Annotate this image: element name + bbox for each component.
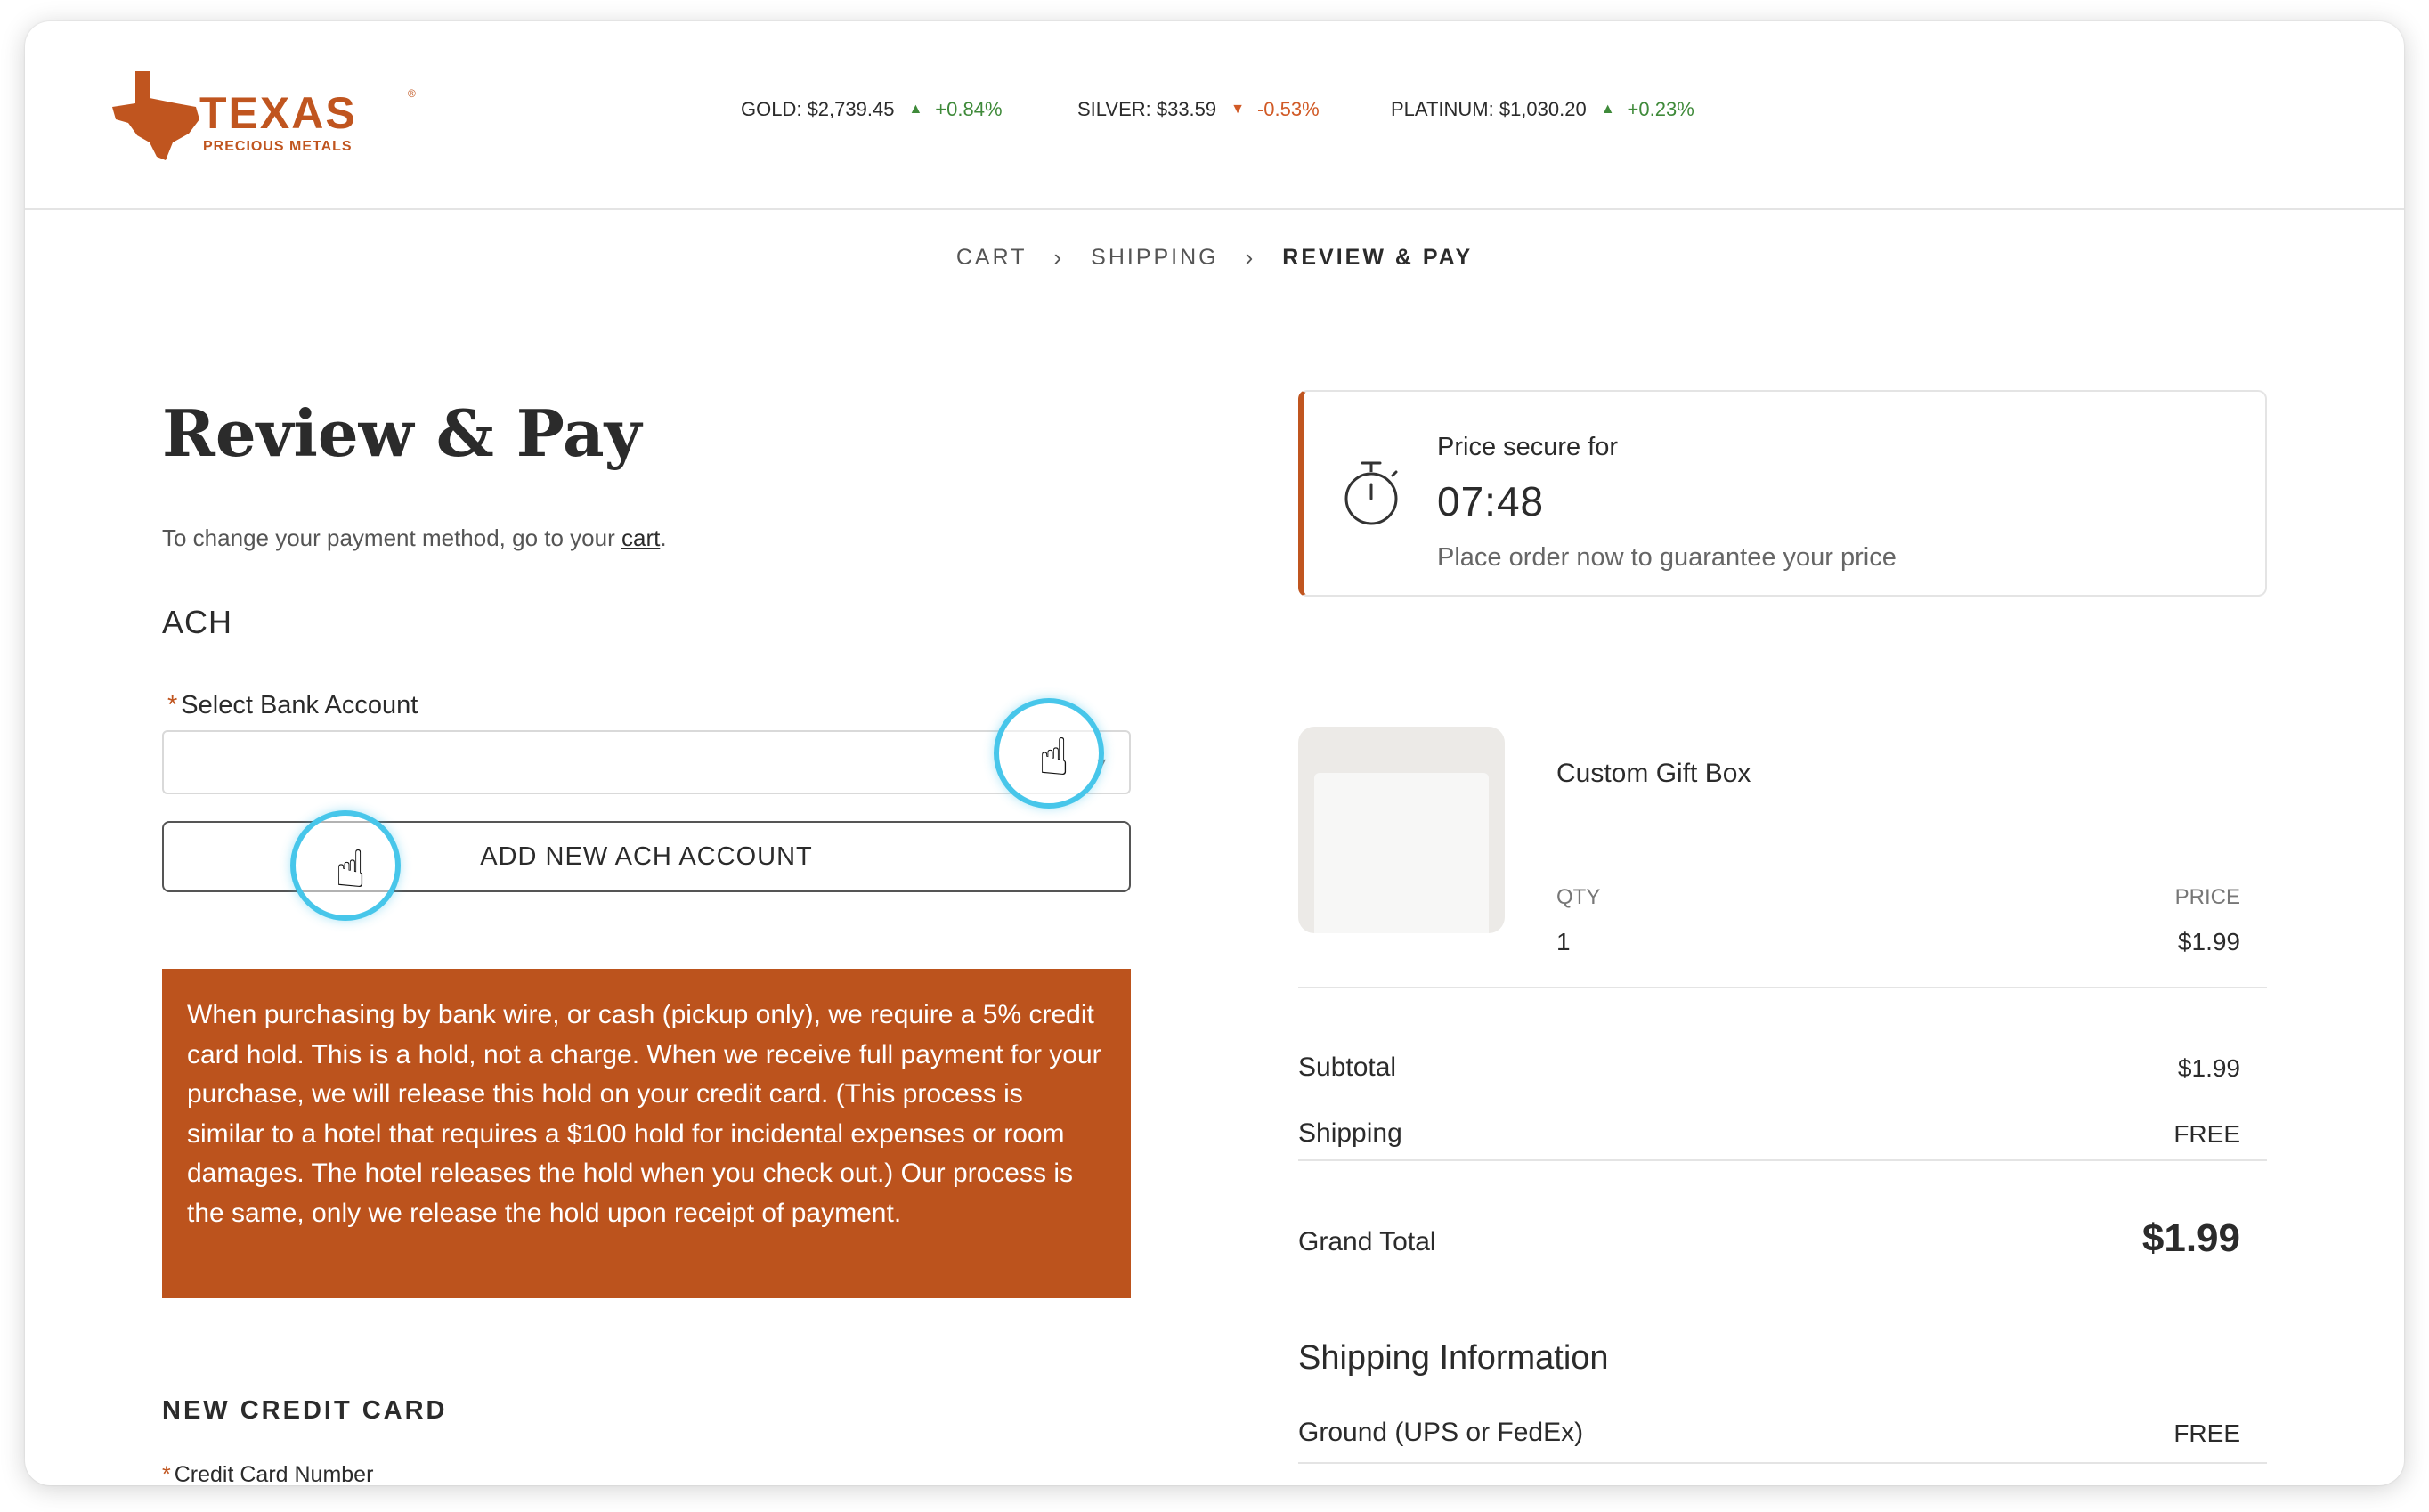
shipping-value: FREE <box>2173 1120 2240 1148</box>
subtotal-value: $1.99 <box>2177 1054 2240 1082</box>
credit-card-number-label-text: Credit Card Number <box>174 1462 374 1485</box>
note-text: To change your payment method, go to you… <box>162 524 621 551</box>
ticker-gold: GOLD: $2,739.45 ▲ +0.84% <box>741 98 1003 121</box>
ticker-gold-change: +0.84% <box>935 98 1003 120</box>
shipping-label: Shipping <box>1298 1118 1402 1148</box>
logo-tagline: PRECIOUS METALS <box>203 139 353 154</box>
page-title: Review & Pay <box>162 395 642 471</box>
ticker-platinum: PLATINUM: $1,030.20 ▲ +0.23% <box>1391 98 1694 121</box>
grand-total-value: $1.99 <box>2141 1216 2240 1260</box>
stopwatch-icon <box>1344 461 1398 525</box>
select-bank-label: * Select Bank Account <box>167 691 418 720</box>
grand-total-label: Grand Total <box>1298 1227 1436 1256</box>
breadcrumb-cart[interactable]: CART <box>956 245 1028 271</box>
divider <box>1298 987 2267 988</box>
note-period: . <box>660 524 667 551</box>
ticker-platinum-change: +0.23% <box>1627 98 1694 120</box>
arrow-up-icon: ▲ <box>1600 102 1615 117</box>
pointer-hand-icon: ☝ <box>335 841 367 898</box>
shipping-information-heading: Shipping Information <box>1298 1339 1609 1377</box>
chevron-right-icon: › <box>1053 244 1065 271</box>
price-value: $1.99 <box>2177 928 2240 955</box>
ticker-silver: SILVER: $33.59 ▼ -0.53% <box>1077 98 1320 121</box>
ticker-gold-label: GOLD: $2,739.45 <box>741 98 895 120</box>
credit-card-number-label: * Credit Card Number <box>162 1462 373 1485</box>
required-mark: * <box>162 1462 171 1485</box>
product-thumbnail <box>1298 727 1505 933</box>
timer-countdown: 07:48 <box>1437 478 1545 524</box>
shipping-method: Ground (UPS or FedEx) <box>1298 1418 1584 1447</box>
arrow-down-icon: ▼ <box>1231 102 1245 117</box>
shipping-method-cost: FREE <box>2173 1419 2240 1447</box>
breadcrumb: CART › SHIPPING › REVIEW & PAY <box>25 244 2404 272</box>
credit-card-hold-notice: When purchasing by bank wire, or cash (p… <box>162 969 1131 1298</box>
timer-message: Place order now to guarantee your price <box>1437 543 1897 572</box>
divider <box>1298 1462 2267 1464</box>
new-credit-card-heading: NEW CREDIT CARD <box>162 1396 448 1425</box>
arrow-up-icon: ▲ <box>908 102 923 117</box>
cart-link[interactable]: cart <box>621 524 660 551</box>
site-header: TEXAS ® PRECIOUS METALS GOLD: $2,739.45 … <box>25 21 2404 210</box>
ticker-silver-change: -0.53% <box>1256 98 1320 120</box>
price-secure-timer: Price secure for 07:48 Place order now t… <box>1298 390 2267 597</box>
divider <box>1298 1159 2267 1161</box>
texas-state-icon <box>112 71 199 160</box>
payment-method-note: To change your payment method, go to you… <box>162 524 667 552</box>
subtotal-label: Subtotal <box>1298 1053 1397 1082</box>
price-header: PRICE <box>2174 885 2240 909</box>
product-name: Custom Gift Box <box>1556 759 1751 788</box>
pointer-hand-icon: ☝ <box>1038 728 1070 786</box>
bank-account-select[interactable]: ▾ <box>162 730 1131 794</box>
texas-precious-metals-logo[interactable]: TEXAS ® PRECIOUS METALS <box>110 68 416 175</box>
timer-label: Price secure for <box>1437 433 1619 461</box>
browser-frame: TEXAS ® PRECIOUS METALS GOLD: $2,739.45 … <box>25 21 2404 1485</box>
gift-box-image <box>1314 773 1489 933</box>
logo-wordmark: TEXAS <box>199 88 357 138</box>
ticker-silver-label: SILVER: $33.59 <box>1077 98 1217 120</box>
qty-header: QTY <box>1556 885 1601 909</box>
ach-heading: ACH <box>162 604 233 640</box>
select-bank-label-text: Select Bank Account <box>181 691 418 719</box>
qty-value: 1 <box>1556 928 1571 955</box>
breadcrumb-review-pay: REVIEW & PAY <box>1282 245 1474 270</box>
ticker-platinum-label: PLATINUM: $1,030.20 <box>1391 98 1587 120</box>
chevron-right-icon: › <box>1245 244 1256 271</box>
registered-mark: ® <box>408 87 416 100</box>
required-mark: * <box>167 691 178 719</box>
breadcrumb-shipping[interactable]: SHIPPING <box>1091 245 1218 271</box>
